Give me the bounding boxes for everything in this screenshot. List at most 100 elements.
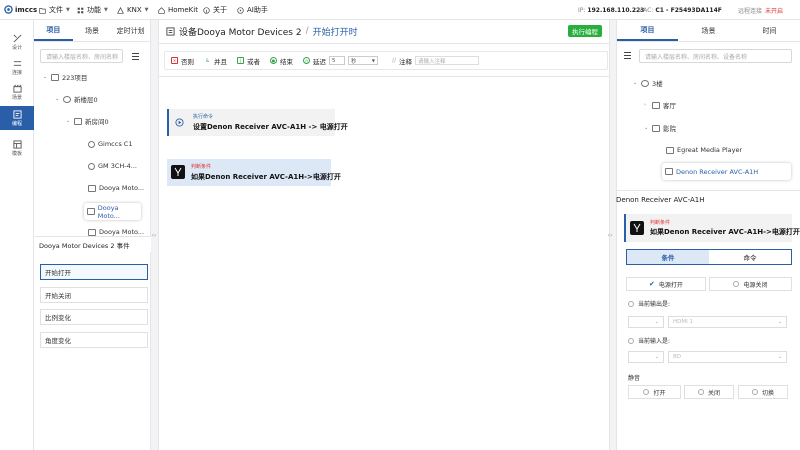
- rtree-egreat[interactable]: Egreat Media Player: [666, 144, 742, 156]
- right-splitter-handle[interactable]: ‹›: [607, 228, 613, 242]
- mute-on-option[interactable]: 打开: [628, 385, 681, 399]
- nav-template[interactable]: 模板: [0, 136, 34, 160]
- menu-icon[interactable]: [129, 50, 141, 62]
- nav-design[interactable]: 设计: [0, 30, 34, 54]
- mute-off-option[interactable]: 关闭: [684, 385, 734, 399]
- toolbar-and[interactable]: & 并且: [204, 56, 227, 66]
- input-radio[interactable]: 当前输入是:: [628, 336, 670, 345]
- chevron-down-icon: ⌄: [777, 354, 782, 360]
- toolbar-or-label: 或者: [247, 57, 260, 66]
- rtree-theater-label: 影院: [663, 125, 676, 133]
- delay-value-input[interactable]: 5: [329, 56, 345, 65]
- event-start-close[interactable]: 开始关闭: [40, 287, 148, 303]
- caret-right-icon: ›: [644, 102, 646, 108]
- clapper-icon: [12, 84, 22, 93]
- radio-icon: [751, 389, 758, 395]
- event-ratio-change[interactable]: 比例变化: [40, 309, 148, 325]
- media-player-icon: [666, 146, 674, 154]
- toolbar-delay[interactable]: ◷ 延迟 5 秒 ▼: [303, 56, 378, 66]
- menu-file[interactable]: 文件 ▼: [39, 0, 70, 20]
- comment-input[interactable]: 请输入注释: [415, 56, 480, 65]
- tree-device-gm[interactable]: GM 3CH-4...: [88, 160, 137, 172]
- menu-about[interactable]: 关于: [203, 0, 227, 20]
- room-icon: [74, 117, 82, 125]
- toolbar-delay-label: 延迟: [313, 57, 326, 66]
- tree-device-label: Gimccs C1: [98, 140, 133, 148]
- rtree-living-label: 客厅: [663, 102, 676, 110]
- menu-icon[interactable]: [622, 50, 632, 60]
- toolbar-end[interactable]: ● 结束: [270, 56, 293, 66]
- curtain-icon: [87, 208, 95, 215]
- tree-device-gimccs[interactable]: Gimccs C1: [88, 138, 132, 150]
- nav-scene[interactable]: 场景: [0, 80, 34, 104]
- right-tab-time[interactable]: 时间: [739, 20, 800, 41]
- caret-down-icon: ⌄: [55, 96, 60, 102]
- toolbar-comment[interactable]: // 注释 请输入注释: [392, 56, 480, 66]
- input-value-select[interactable]: BD ⌄: [668, 351, 787, 363]
- output-radio[interactable]: 当前输出是:: [628, 299, 670, 308]
- event-start-open[interactable]: 开始打开: [40, 264, 148, 280]
- device-search-input[interactable]: 请输入楼层名称、房间名称、设备名称: [639, 49, 792, 63]
- radio-icon: [643, 389, 650, 395]
- left-splitter-handle[interactable]: ‹›: [151, 228, 157, 242]
- caret-down-icon: ⌄: [644, 125, 649, 131]
- right-card-tag: 判断条件: [650, 220, 671, 226]
- rtree-living[interactable]: › 客厅: [644, 99, 676, 111]
- delay-unit-select[interactable]: 秒 ▼: [348, 56, 378, 65]
- run-program-button[interactable]: 执行编程: [568, 25, 602, 37]
- tree-device-dooya1[interactable]: Dooya Moto...: [88, 182, 144, 194]
- right-tab-scene[interactable]: 场景: [678, 20, 739, 41]
- rtree-theater[interactable]: ⌄ 影院: [644, 122, 676, 134]
- tree-device-label: Dooya Moto...: [97, 203, 120, 220]
- title-divider: [158, 43, 610, 44]
- tab-schedule[interactable]: 定时计划: [111, 20, 150, 41]
- right-tab-project[interactable]: 项目: [617, 20, 678, 41]
- or-icon: |: [237, 57, 244, 64]
- input-operator-select[interactable]: ⌄: [628, 351, 664, 363]
- output-value-select[interactable]: HDMI 1 ⌄: [668, 316, 787, 328]
- rtree-floor3[interactable]: ⌄ 3楼: [633, 77, 663, 89]
- tree-floor[interactable]: ⌄ 新楼层0: [55, 93, 98, 105]
- condition-block[interactable]: 判断条件 如果Denon Receiver AVC-A1H->电源打开: [167, 159, 341, 186]
- menu-knx[interactable]: KNX ▼: [117, 0, 148, 20]
- command-block[interactable]: 执行命令 设置Denon Receiver AVC-A1H -> 电源打开: [167, 109, 348, 136]
- nav-program[interactable]: 编程: [0, 106, 34, 130]
- editor-toolbar: ✕ 否则 & 并且 | 或者 ● 结束 ◷ 延迟 5 秒 ▼ // 注释 请输入注释: [164, 51, 608, 70]
- rtree-denon-selected[interactable]: Denon Receiver AVC-A1H: [662, 163, 791, 180]
- tree-floor-label: 新楼层0: [74, 96, 98, 104]
- toolbar-else[interactable]: ✕ 否则: [171, 56, 194, 66]
- power-off-option[interactable]: 电源关闭: [709, 277, 792, 291]
- nav-connect[interactable]: 连接: [0, 55, 34, 79]
- power-on-option[interactable]: ✔ 电源打开: [626, 277, 706, 291]
- home-icon: [158, 6, 165, 14]
- device-icon: [88, 140, 95, 148]
- tree-device-dooya3[interactable]: Dooya Moto...: [88, 228, 144, 236]
- project-search-input[interactable]: 请输入楼层名称、房间名称: [40, 49, 123, 63]
- tab-project[interactable]: 项目: [34, 20, 73, 41]
- chevron-down-icon: ▼: [66, 7, 70, 13]
- caret-down-icon: ⌄: [43, 74, 48, 80]
- toolbar-or[interactable]: | 或者: [237, 56, 260, 66]
- menu-homekit[interactable]: HomeKit: [158, 0, 198, 20]
- mac-value: C1 - F25493DA114F: [655, 6, 722, 14]
- mac-label: MAC:: [638, 6, 654, 14]
- right-condition-card[interactable]: 判断条件 如果Denon Receiver AVC-A1H->电源打开: [624, 214, 800, 242]
- mute-toggle-label: 切换: [761, 389, 774, 397]
- tab-scene[interactable]: 场景: [73, 20, 112, 41]
- tree-room[interactable]: ⌄ 新房间0: [66, 115, 109, 127]
- tab-condition[interactable]: 条件: [627, 250, 709, 264]
- condition-block-text: 如果Denon Receiver AVC-A1H->电源打开: [191, 173, 341, 181]
- tree-device-dooya2-selected[interactable]: Dooya Moto...: [84, 203, 141, 220]
- output-label: 当前输出是:: [638, 301, 671, 308]
- output-operator-select[interactable]: ⌄: [628, 316, 664, 328]
- event-angle-change[interactable]: 角度变化: [40, 332, 148, 348]
- comment-icon: //: [392, 57, 397, 64]
- tab-command[interactable]: 命令: [709, 250, 791, 264]
- menu-ai[interactable]: AI助手: [237, 0, 268, 20]
- chevron-down-icon: ⌄: [654, 354, 659, 360]
- tree-project[interactable]: ⌄ 223项目: [43, 71, 87, 83]
- remote-info[interactable]: 远程连接 未开启: [738, 0, 783, 20]
- mute-toggle-option[interactable]: 切换: [738, 385, 788, 399]
- delay-unit-label: 秒: [351, 58, 357, 65]
- menu-function[interactable]: 功能 ▼: [77, 0, 108, 20]
